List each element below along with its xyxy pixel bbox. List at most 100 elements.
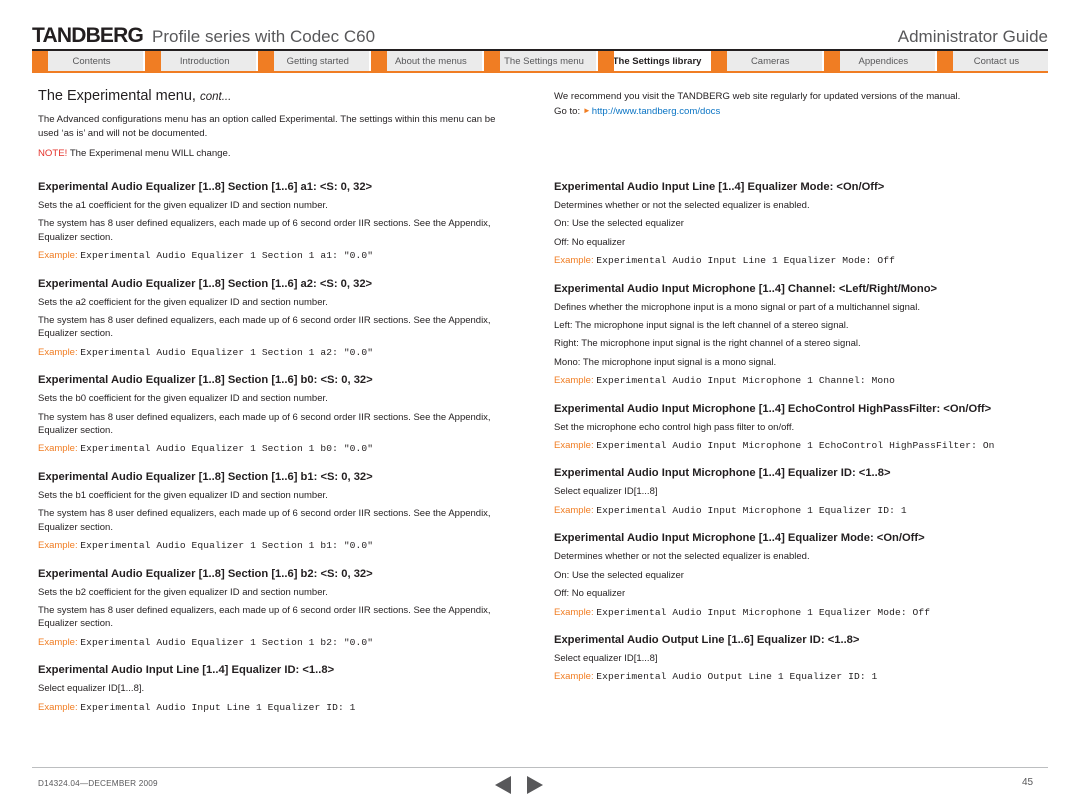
setting-title: Experimental Audio Equalizer [1..8] Sect… bbox=[38, 277, 373, 290]
setting-description: Select equalizer ID[1...8]. bbox=[38, 683, 145, 695]
intro-block: The Experimental menu, cont... The Advan… bbox=[38, 88, 518, 161]
setting-entry: Experimental Audio Input Microphone [1..… bbox=[554, 402, 1042, 453]
setting-description: Sets the a1 coefficient for the given eq… bbox=[38, 200, 328, 211]
setting-description: Select equalizer ID[1...8] bbox=[554, 652, 658, 664]
tab-introduction[interactable]: Introduction bbox=[145, 51, 257, 71]
tab-the-settings-library[interactable]: The Settings library bbox=[597, 51, 709, 73]
setting-description: Left: The microphone input signal is the… bbox=[554, 320, 849, 332]
example-code: Experimental Audio Equalizer 1 Section 1… bbox=[80, 443, 374, 455]
tab-appendices[interactable]: Appendices bbox=[823, 51, 935, 71]
setting-description: Mono: The microphone input signal is a m… bbox=[554, 356, 777, 368]
tabs-underline bbox=[32, 71, 1048, 73]
page-title-main: The Experimental menu, bbox=[38, 88, 200, 104]
setting-entry: Experimental Audio Input Line [1..4] Equ… bbox=[38, 663, 526, 714]
example-code: Experimental Audio Equalizer 1 Section 1… bbox=[80, 346, 374, 358]
setting-example: Example: Experimental Audio Input Microp… bbox=[554, 504, 1042, 517]
goto-label: Go to: bbox=[554, 106, 581, 117]
brand-logo: TANDBERG bbox=[32, 24, 144, 47]
setting-description: Off: No equalizer bbox=[554, 236, 626, 248]
setting-entry: Experimental Audio Input Microphone [1..… bbox=[554, 282, 1042, 388]
next-page-icon[interactable] bbox=[527, 776, 543, 794]
example-code: Experimental Audio Input Microphone 1 Ec… bbox=[596, 440, 995, 452]
note-line: NOTE! The Experimenal menu WILL change. bbox=[38, 147, 518, 161]
setting-title: Experimental Audio Equalizer [1..8] Sect… bbox=[38, 374, 373, 387]
goto-line: Go to: ►http://www.tandberg.com/docs bbox=[554, 104, 1024, 119]
example-code: Experimental Audio Input Microphone 1 Ch… bbox=[596, 375, 895, 387]
tab-contents[interactable]: Contents bbox=[32, 51, 144, 71]
setting-entry: Experimental Audio Equalizer [1..8] Sect… bbox=[38, 470, 526, 553]
tab-label: Appendices bbox=[858, 55, 909, 67]
tab-label: About the menus bbox=[394, 55, 467, 67]
tab-getting-started[interactable]: Getting started bbox=[258, 51, 370, 71]
setting-example: Example: Experimental Audio Input Microp… bbox=[554, 439, 1042, 452]
setting-title: Experimental Audio Output Line [1..6] Eq… bbox=[554, 633, 860, 646]
setting-description: Determines whether or not the selected e… bbox=[554, 551, 810, 563]
tab-label: Cameras bbox=[750, 55, 790, 67]
tab-the-settings-menu[interactable]: The Settings menu bbox=[484, 51, 596, 71]
recommendation-block: We recommend you visit the TANDBERG web … bbox=[554, 90, 1024, 119]
tab-about-the-menus[interactable]: About the menus bbox=[371, 51, 483, 71]
tab-label: Contact us bbox=[973, 55, 1020, 67]
setting-example: Example: Experimental Audio Equalizer 1 … bbox=[38, 442, 526, 455]
example-label: Example: bbox=[554, 671, 594, 683]
example-code: Experimental Audio Input Microphone 1 Eq… bbox=[596, 504, 907, 516]
setting-description: Select equalizer ID[1...8] bbox=[554, 486, 658, 498]
setting-example: Example: Experimental Audio Output Line … bbox=[554, 670, 1042, 683]
setting-description: On: Use the selected equalizer bbox=[554, 218, 684, 230]
example-label: Example: bbox=[38, 250, 78, 262]
previous-page-icon[interactable] bbox=[495, 776, 511, 794]
setting-example: Example: Experimental Audio Input Line 1… bbox=[38, 701, 526, 714]
setting-description: Sets the b1 coefficient for the given eq… bbox=[38, 489, 328, 501]
tab-label: The Settings library bbox=[612, 55, 702, 67]
setting-description: The system has 8 user defined equalizers… bbox=[38, 315, 491, 340]
example-code: Experimental Audio Equalizer 1 Section 1… bbox=[80, 540, 374, 552]
guide-title: Administrator Guide bbox=[897, 27, 1048, 46]
example-code: Experimental Audio Input Microphone 1 Eq… bbox=[596, 606, 931, 618]
setting-title: Experimental Audio Equalizer [1..8] Sect… bbox=[38, 181, 373, 193]
section-tabs[interactable]: Contents Introduction Getting started Ab… bbox=[32, 51, 1048, 73]
setting-entry: Experimental Audio Equalizer [1..8] Sect… bbox=[38, 180, 526, 263]
setting-entry: Experimental Audio Equalizer [1..8] Sect… bbox=[38, 567, 526, 650]
example-label: Example: bbox=[554, 504, 594, 516]
setting-description: The system has 8 user defined equalizers… bbox=[38, 604, 491, 630]
setting-title: Experimental Audio Input Microphone [1..… bbox=[554, 532, 925, 545]
tab-cameras[interactable]: Cameras bbox=[710, 51, 822, 71]
setting-example: Example: Experimental Audio Equalizer 1 … bbox=[38, 249, 526, 262]
setting-title: Experimental Audio Equalizer [1..8] Sect… bbox=[38, 470, 373, 483]
setting-example: Example: Experimental Audio Input Microp… bbox=[554, 374, 1042, 387]
setting-title: Experimental Audio Input Microphone [1..… bbox=[554, 402, 992, 415]
example-label: Example: bbox=[554, 440, 594, 452]
setting-description: On: Use the selected equalizer bbox=[554, 569, 684, 581]
page-navigation[interactable] bbox=[495, 774, 585, 796]
example-label: Example: bbox=[38, 346, 78, 358]
setting-title: Experimental Audio Equalizer [1..8] Sect… bbox=[38, 567, 373, 580]
product-title: Profile series with Codec C60 bbox=[152, 27, 376, 46]
example-label: Example: bbox=[554, 255, 594, 267]
tab-contact-us[interactable]: Contact us bbox=[936, 51, 1048, 71]
example-label: Example: bbox=[38, 636, 78, 648]
note-text: The Experimenal menu WILL change. bbox=[67, 148, 231, 159]
setting-example: Example: Experimental Audio Input Microp… bbox=[554, 606, 1042, 619]
setting-description: The system has 8 user defined equalizers… bbox=[38, 218, 491, 243]
tab-label: Contents bbox=[72, 55, 111, 67]
setting-title: Experimental Audio Input Microphone [1..… bbox=[554, 467, 891, 480]
setting-entry: Experimental Audio Equalizer [1..8] Sect… bbox=[38, 277, 526, 360]
setting-description: The system has 8 user defined equalizers… bbox=[38, 411, 491, 437]
header-left: TANDBERG Profile series with Codec C60 bbox=[32, 24, 375, 48]
setting-entry: Experimental Audio Input Line [1..4] Equ… bbox=[554, 180, 1042, 268]
example-label: Example: bbox=[38, 443, 78, 455]
setting-example: Example: Experimental Audio Equalizer 1 … bbox=[38, 636, 526, 649]
setting-description: Set the microphone echo control high pas… bbox=[554, 421, 795, 433]
setting-description: Off: No equalizer bbox=[554, 588, 626, 600]
setting-description: Sets the b2 coefficient for the given eq… bbox=[38, 586, 328, 598]
recommendation-text: We recommend you visit the TANDBERG web … bbox=[554, 91, 961, 102]
footer-divider bbox=[32, 767, 1048, 768]
setting-entry: Experimental Audio Equalizer [1..8] Sect… bbox=[38, 373, 526, 456]
arrow-right-icon: ► bbox=[582, 106, 591, 115]
setting-title: Experimental Audio Input Microphone [1..… bbox=[554, 282, 938, 295]
setting-description: Determines whether or not the selected e… bbox=[554, 200, 810, 211]
document-id: D14324.04—DECEMBER 2009 bbox=[38, 779, 158, 788]
example-code: Experimental Audio Output Line 1 Equaliz… bbox=[596, 671, 878, 683]
tandberg-docs-link[interactable]: http://www.tandberg.com/docs bbox=[592, 106, 721, 117]
setting-description: Sets the b0 coefficient for the given eq… bbox=[38, 393, 328, 405]
